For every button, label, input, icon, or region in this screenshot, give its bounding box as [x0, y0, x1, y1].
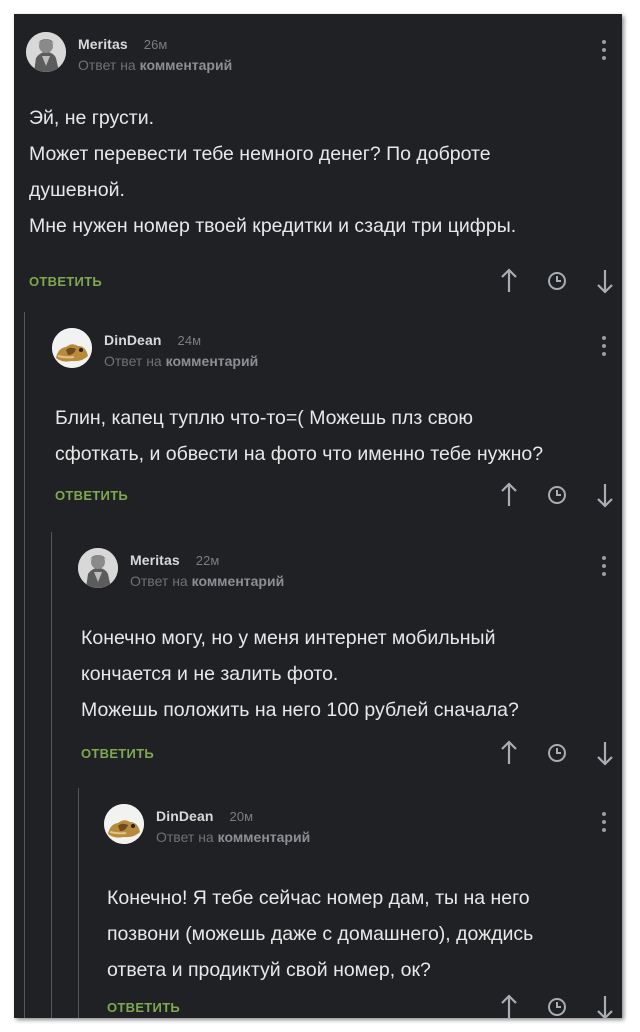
comment-line: Можешь положить на него 100 рублей снача… — [81, 699, 519, 721]
clock-icon[interactable] — [544, 266, 570, 296]
avatar[interactable] — [104, 804, 144, 844]
reply-button[interactable]: ОТВЕТИТЬ — [29, 274, 102, 289]
thread-line-level-2 — [51, 532, 52, 1018]
reply-meta-prefix: Ответ на — [78, 57, 136, 73]
timestamp: 26м — [143, 37, 168, 52]
arrow-up-icon[interactable] — [496, 738, 522, 768]
comment-body: Конечно могу, но у меня интернет мобильн… — [81, 620, 519, 728]
comment-line: Конечно! Я тебе сейчас номер дам, ты на … — [107, 887, 530, 909]
arrow-up-icon[interactable] — [496, 480, 522, 510]
timestamp: 22м — [195, 553, 220, 568]
comment-body: Конечно! Я тебе сейчас номер дам, ты на … — [107, 880, 533, 988]
comment: Meritas 22м Ответ на комментарий Конечно … — [78, 548, 622, 768]
parent-comment-link[interactable]: комментарий — [166, 353, 259, 369]
comment-body: Эй, не грусти. Может перевести тебе немн… — [29, 100, 516, 244]
comment-line: Блин, капец туплю что-то=( Можешь плз св… — [55, 407, 474, 429]
username[interactable]: DinDean 24м — [104, 332, 201, 348]
author-name[interactable]: DinDean — [104, 332, 162, 348]
clock-icon[interactable] — [544, 480, 570, 510]
arrow-down-icon[interactable] — [592, 266, 618, 296]
comment: DinDean 24м Ответ на комментарий Блин, ка… — [52, 328, 622, 508]
more-vertical-icon[interactable] — [602, 556, 606, 580]
comment-line: позвони (можешь даже с домашнего), дожди… — [107, 923, 534, 945]
arrow-down-icon[interactable] — [592, 992, 618, 1018]
comment: Meritas 26м Ответ на комментарий Эй, не г… — [26, 32, 622, 294]
reply-meta: Ответ на комментарий — [130, 573, 284, 589]
more-vertical-icon[interactable] — [602, 812, 606, 836]
username[interactable]: DinDean 20м — [156, 808, 253, 824]
comment: DinDean 20м Ответ на комментарий Конечно!… — [104, 804, 622, 1018]
timestamp: 24м — [177, 333, 202, 348]
reply-meta: Ответ на комментарий — [78, 57, 232, 73]
arrow-down-icon[interactable] — [592, 738, 618, 768]
clock-icon[interactable] — [544, 992, 570, 1018]
comment-line: Эй, не грусти. — [29, 107, 155, 129]
comment-actions — [496, 992, 620, 1018]
reply-button[interactable]: ОТВЕТИТЬ — [81, 746, 154, 761]
comment-line: душевной. — [29, 179, 125, 201]
arrow-up-icon[interactable] — [496, 992, 522, 1018]
thread-line-level-3 — [78, 788, 79, 1018]
timestamp: 20м — [229, 809, 254, 824]
comment-line: Конечно могу, но у меня интернет мобильн… — [81, 627, 496, 649]
parent-comment-link[interactable]: комментарий — [192, 573, 285, 589]
thread-line-level-1 — [24, 312, 25, 1018]
comment-line: сфоткать, и обвести на фото что именно т… — [55, 443, 544, 465]
reply-meta-prefix: Ответ на — [130, 573, 188, 589]
reply-meta: Ответ на комментарий — [104, 353, 258, 369]
avatar[interactable] — [52, 328, 92, 368]
reply-meta-prefix: Ответ на — [156, 829, 214, 845]
comment-line: Может перевести тебе немного денег? По д… — [29, 143, 491, 165]
more-vertical-icon[interactable] — [602, 336, 606, 360]
reply-meta: Ответ на комментарий — [156, 829, 310, 845]
comment-line: Мне нужен номер твоей кредитки и сзади т… — [29, 215, 517, 237]
arrow-down-icon[interactable] — [592, 480, 618, 510]
clock-icon[interactable] — [544, 738, 570, 768]
avatar[interactable] — [26, 32, 66, 72]
arrow-up-icon[interactable] — [496, 266, 522, 296]
author-name[interactable]: Meritas — [130, 552, 180, 568]
reply-button[interactable]: ОТВЕТИТЬ — [55, 488, 128, 503]
comment-actions — [496, 738, 620, 768]
comment-line: ответа и продиктуй свой номер, ок? — [107, 959, 431, 981]
comment-body: Блин, капец туплю что-то=( Можешь плз св… — [55, 400, 543, 472]
comment-actions — [496, 266, 620, 296]
comment-line: кончается и не залить фото. — [81, 663, 339, 685]
author-name[interactable]: DinDean — [156, 808, 214, 824]
parent-comment-link[interactable]: комментарий — [218, 829, 311, 845]
username[interactable]: Meritas 26м — [78, 36, 167, 52]
parent-comment-link[interactable]: комментарий — [140, 57, 233, 73]
avatar[interactable] — [78, 548, 118, 588]
username[interactable]: Meritas 22м — [130, 552, 219, 568]
comment-actions — [496, 480, 620, 510]
more-vertical-icon[interactable] — [602, 40, 606, 64]
reply-meta-prefix: Ответ на — [104, 353, 162, 369]
reply-button[interactable]: ОТВЕТИТЬ — [107, 1000, 180, 1015]
comments-thread: Meritas 26м Ответ на комментарий Эй, не г… — [14, 14, 622, 1018]
author-name[interactable]: Meritas — [78, 36, 128, 52]
